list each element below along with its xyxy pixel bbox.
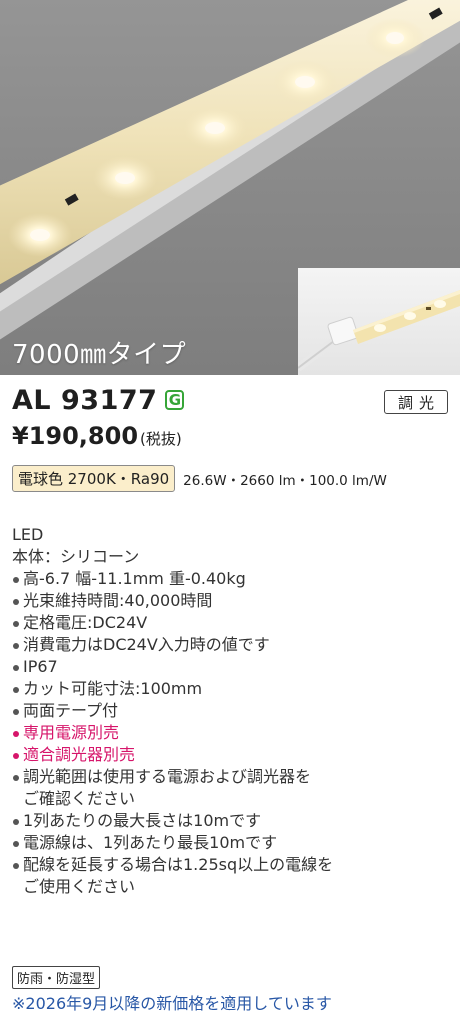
price-notice: ※2026年9月以降の新価格を適用しています [12, 994, 332, 1013]
list-item-highlight: 専用電源別売 [12, 722, 452, 744]
connector-image [298, 290, 460, 372]
model-row: AL 93177 G [12, 383, 185, 417]
product-photo: 7000㎜タイプ [0, 0, 460, 375]
list-item: カット可能寸法:100mm [12, 678, 452, 700]
list-item: 高-6.7 幅-11.1mm 重-0.40kg [12, 568, 452, 590]
list-item-continuation: ご確認ください [23, 789, 136, 808]
connector-inset-photo [298, 268, 460, 375]
light-spec-row: 電球色 2700K・Ra90 26.6W・2660 lm・100.0 lm/W [12, 465, 387, 492]
variant-label: 7000㎜タイプ [12, 340, 187, 370]
tax-note: (税抜) [140, 430, 182, 448]
rating-badge: 防雨・防湿型 [12, 966, 101, 989]
spec-category: LED [12, 525, 44, 544]
model-number: AL 93177 [12, 384, 158, 416]
spec-material: 本体：シリコーン [12, 547, 140, 566]
list-item: 調光範囲は使用する電源および調光器を [12, 766, 452, 788]
grade-badge: G [165, 390, 185, 410]
spec-list: LED 本体：シリコーン 高-6.7 幅-11.1mm 重-0.40kg 光束維… [12, 524, 452, 898]
dimmable-badge: 調光 [384, 390, 448, 414]
list-item: 消費電力はDC24V入力時の値です [12, 634, 452, 656]
list-item: 電源線は、1列あたり最長10mです [12, 832, 452, 854]
list-item: 定格電圧:DC24V [12, 612, 452, 634]
list-item: 両面テープ付 [12, 700, 452, 722]
list-item-continuation: ご使用ください [23, 877, 136, 896]
list-item-highlight: 適合調光器別売 [12, 744, 452, 766]
performance-text: 26.6W・2660 lm・100.0 lm/W [183, 472, 387, 489]
list-item: 配線を延長する場合は1.25sq以上の電線を [12, 854, 452, 876]
list-item: 1列あたりの最大長さは10mです [12, 810, 452, 832]
price-row: ¥190,800 (税抜) [12, 422, 182, 450]
price: ¥190,800 [12, 422, 139, 450]
list-item: 光束維持時間:40,000時間 [12, 590, 452, 612]
color-temperature-badge: 電球色 2700K・Ra90 [12, 465, 176, 492]
list-item: IP67 [12, 656, 452, 678]
